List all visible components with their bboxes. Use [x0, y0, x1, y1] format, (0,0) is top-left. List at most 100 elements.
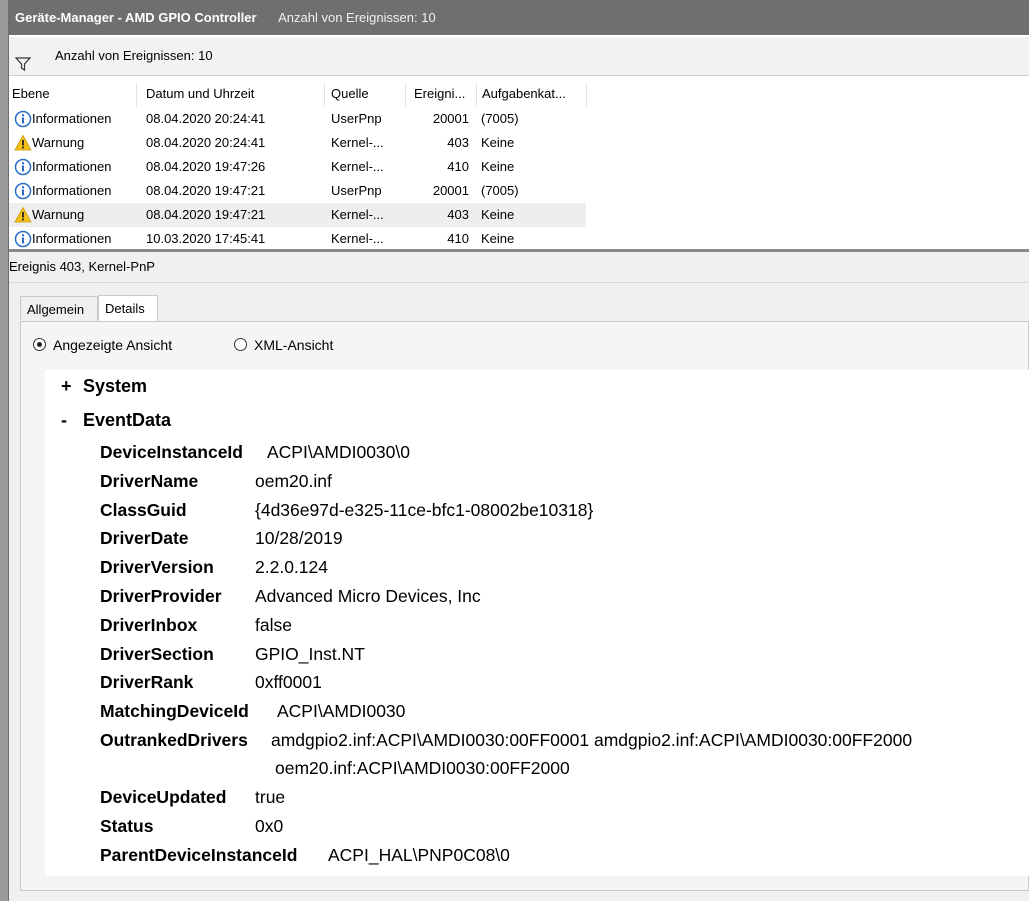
- field-value: false: [255, 614, 292, 635]
- field-key: DriverInbox: [100, 614, 198, 635]
- event-detail-header: Ereignis 403, Kernel-PnP: [9, 252, 1029, 283]
- cell-source: Kernel-...: [331, 135, 384, 150]
- event-data-field: MatchingDeviceId ACPI\AMDI0030: [100, 701, 405, 722]
- tab-details[interactable]: Details: [98, 295, 158, 321]
- tree-node-label: EventData: [83, 410, 172, 430]
- column-header-level[interactable]: Ebene: [12, 86, 50, 101]
- field-key: DriverRank: [100, 672, 194, 693]
- event-data-field: DriverName oem20.inf: [100, 470, 332, 492]
- info-icon: [14, 182, 32, 200]
- event-xml-tree: + System - EventData DeviceInstanceId ACPI\…: [45, 370, 1029, 876]
- column-separator[interactable]: [136, 83, 137, 107]
- field-value: {4d36e97d-e325-11ce-bfc1-08002be10318}: [255, 499, 594, 520]
- field-value-continued: oem20.inf:ACPI\AMDI0030:00FF2000: [275, 758, 570, 778]
- tree-node-label: System: [83, 376, 148, 396]
- window-title: Geräte-Manager - AMD GPIO Controller: [15, 10, 257, 25]
- field-value: ACPI_HAL\PNP0C08\0: [328, 844, 510, 865]
- event-data-field: DriverSection GPIO_Inst.NT: [100, 644, 365, 665]
- tab-general-label: Allgemein: [27, 302, 85, 317]
- field-value: oem20.inf: [255, 470, 332, 491]
- cell-event-id: 403: [447, 207, 469, 222]
- event-data-field: DriverInbox false: [100, 614, 292, 636]
- table-row[interactable]: Informationen 08.04.2020 19:47:21 UserPnp 2…: [9, 179, 586, 203]
- details-content: Angezeigte Ansicht XML-Ansicht + System -…: [20, 321, 1029, 891]
- field-value: 2.2.0.124: [255, 557, 328, 578]
- cell-task-category: Keine: [481, 135, 515, 150]
- table-row[interactable]: Warnung 08.04.2020 19:47:21 Kernel-... 403 K…: [9, 203, 586, 227]
- column-header-source[interactable]: Quelle: [331, 86, 369, 101]
- cell-task-category: (7005): [481, 183, 519, 198]
- field-value: 10/28/2019: [255, 528, 343, 549]
- event-data-field: ParentDeviceInstanceId ACPI_HAL\PNP0C08\0: [100, 844, 510, 866]
- field-key: ParentDeviceInstanceId: [100, 844, 298, 865]
- field-key: Status: [100, 815, 154, 836]
- cell-date: 08.04.2020 19:47:21: [146, 183, 266, 198]
- field-value: true: [255, 787, 286, 807]
- field-value: ACPI\AMDI0030: [277, 701, 406, 722]
- field-value: 0xff0001: [255, 672, 322, 693]
- column-header-date[interactable]: Datum und Uhrzeit: [146, 86, 254, 101]
- table-row[interactable]: Informationen 08.04.2020 19:47:26 Kernel-.…: [9, 155, 586, 179]
- column-separator[interactable]: [405, 83, 406, 107]
- cell-source: Kernel-...: [331, 159, 384, 174]
- field-key: DriverProvider: [100, 586, 222, 606]
- tab-general[interactable]: Allgemein: [20, 296, 98, 320]
- event-data-field: DeviceUpdated true: [100, 787, 285, 808]
- field-key: DriverName: [100, 470, 199, 491]
- window-left-border: [0, 0, 9, 901]
- cell-level: Warnung: [32, 207, 85, 222]
- warning-icon: [14, 206, 32, 224]
- event-data-field: DriverRank 0xff0001: [100, 672, 322, 693]
- friendly-view-label: Angezeigte Ansicht: [53, 337, 173, 353]
- column-header-task-category[interactable]: Aufgabenkat...: [482, 86, 566, 101]
- tree-node-system[interactable]: + System: [61, 376, 147, 397]
- cell-task-category: (7005): [481, 111, 519, 126]
- cell-date: 08.04.2020 20:24:41: [146, 111, 266, 126]
- column-separator[interactable]: [586, 83, 587, 107]
- column-separator[interactable]: [476, 83, 477, 107]
- field-value: Advanced Micro Devices, Inc: [255, 586, 481, 606]
- field-key: MatchingDeviceId: [100, 701, 249, 722]
- event-data-field: OutrankedDrivers amdgpio2.inf:ACPI\AMDI00…: [100, 730, 912, 778]
- event-header-title: Ereignis 403, Kernel-PnP: [9, 259, 155, 274]
- cell-level: Warnung: [32, 135, 85, 150]
- cell-event-id: 410: [447, 159, 469, 174]
- event-detail-panel: Allgemein Details Angezeigte Ansicht XML…: [9, 283, 1029, 901]
- event-data-field: DriverProvider Advanced Micro Devices, In…: [100, 586, 481, 607]
- funnel-icon[interactable]: [14, 48, 32, 86]
- cell-date: 08.04.2020 19:47:26: [146, 159, 266, 174]
- table-row[interactable]: Warnung 08.04.2020 20:24:41 Kernel-... 403 K…: [9, 131, 586, 155]
- cell-source: UserPnp: [331, 111, 382, 126]
- event-data-field: DeviceInstanceId ACPI\AMDI0030\0: [100, 442, 410, 463]
- cell-event-id: 410: [447, 231, 469, 246]
- warning-icon: [14, 134, 32, 152]
- cell-event-id: 403: [447, 135, 469, 150]
- title-bar: Geräte-Manager - AMD GPIO Controller Anz…: [9, 0, 1029, 35]
- cell-source: UserPnp: [331, 183, 382, 198]
- event-list[interactable]: Ebene Datum und Uhrzeit Quelle Ereigni..…: [9, 83, 1029, 249]
- cell-task-category: Keine: [481, 207, 515, 222]
- filter-label: Anzahl von Ereignissen: 10: [55, 48, 213, 63]
- table-row[interactable]: Informationen 10.03.2020 17:45:41 Kernel-.…: [9, 227, 586, 251]
- radio-selected-icon: [33, 338, 46, 351]
- cell-task-category: Keine: [481, 159, 515, 174]
- info-icon: [14, 158, 32, 176]
- cell-date: 08.04.2020 19:47:21: [146, 207, 266, 222]
- field-key: DeviceUpdated: [100, 787, 227, 807]
- cell-date: 08.04.2020 20:24:41: [146, 135, 266, 150]
- field-value: amdgpio2.inf:ACPI\AMDI0030:00FF0001 amdg…: [271, 730, 913, 750]
- collapse-icon[interactable]: -: [61, 410, 83, 431]
- xml-view-label: XML-Ansicht: [254, 337, 334, 353]
- field-key: DeviceInstanceId: [100, 442, 243, 462]
- info-icon: [14, 230, 32, 248]
- radio-unselected-icon: [234, 338, 247, 351]
- field-value: GPIO_Inst.NT: [255, 643, 365, 664]
- table-row[interactable]: Informationen 08.04.2020 20:24:41 UserPnp 2…: [9, 107, 586, 131]
- column-header-event-id[interactable]: Ereigni...: [414, 86, 465, 101]
- tree-node-eventdata[interactable]: - EventData: [61, 410, 171, 431]
- expand-icon[interactable]: +: [61, 376, 83, 397]
- cell-source: Kernel-...: [331, 207, 384, 222]
- field-key: ClassGuid: [100, 499, 187, 520]
- column-separator[interactable]: [324, 83, 325, 107]
- cell-event-id: 20001: [432, 183, 469, 198]
